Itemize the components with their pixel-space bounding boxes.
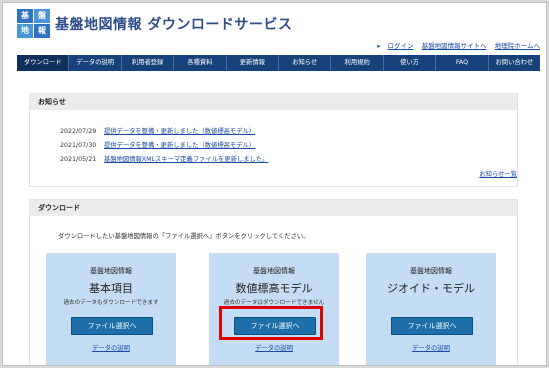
card-caption: 基盤地図情報 bbox=[90, 267, 132, 275]
highlight-box bbox=[219, 306, 323, 340]
news-list-link[interactable]: お知らせ一覧 bbox=[479, 169, 517, 178]
news-heading: お知らせ bbox=[30, 94, 517, 110]
nav-contact[interactable]: お問い合わせ bbox=[489, 55, 540, 71]
card-subtitle: 過去のデータはダウンロードできません bbox=[223, 300, 325, 306]
news-section: お知らせ 2022/07/29 提供データを整備・更新しました（数値標高モデル） … bbox=[29, 93, 518, 187]
news-date: 2021/05/21 bbox=[60, 156, 97, 163]
news-item: 2021/05/21 基盤地図情報XMLスキーマ定義ファイルを更新しました。 bbox=[60, 154, 268, 163]
news-date: 2021/07/30 bbox=[60, 142, 97, 149]
news-date: 2022/07/29 bbox=[60, 128, 97, 135]
page-frame: 基 盤 地 報 基盤地図情報 ダウンロードサービス ▸ ログイン 基盤地図情報サイ… bbox=[2, 2, 547, 366]
nav-faq[interactable]: FAQ bbox=[436, 55, 489, 71]
nav-user-registration[interactable]: 利用者登録 bbox=[122, 55, 175, 71]
data-description-link-dem[interactable]: データの説明 bbox=[209, 343, 339, 352]
header-links: ▸ ログイン 基盤地図情報サイトへ 地理院ホームへ bbox=[377, 40, 540, 50]
main-nav: ダウンロード データの説明 利用者登録 各種資料 更新情報 お知らせ 利用規約 … bbox=[17, 55, 540, 71]
card-title: 基本項目 bbox=[89, 282, 133, 295]
nav-download[interactable]: ダウンロード bbox=[17, 55, 70, 71]
nav-update-info[interactable]: 更新情報 bbox=[227, 55, 280, 71]
news-item: 2021/07/30 提供データを整備・更新しました（数値標高モデル） bbox=[60, 140, 255, 149]
card-basic-items: 基盤地図情報 基本項目 過去のデータもダウンロードできます ファイル選択へ デー… bbox=[46, 253, 176, 365]
card-title: 数値標高モデル bbox=[235, 282, 313, 295]
select-file-button-geoid[interactable]: ファイル選択へ bbox=[391, 317, 473, 335]
logo-char: 基 bbox=[17, 9, 33, 23]
nav-documents[interactable]: 各種資料 bbox=[174, 55, 227, 71]
data-description-link-basic[interactable]: データの説明 bbox=[46, 343, 176, 352]
news-link[interactable]: 提供データを整備・更新しました（数値標高モデル） bbox=[104, 128, 255, 135]
logo-char: 盤 bbox=[34, 9, 50, 23]
kiban-site-link[interactable]: 基盤地図情報サイトへ bbox=[422, 42, 487, 50]
site-title: 基盤地図情報 ダウンロードサービス bbox=[55, 17, 293, 33]
card-subtitle: 過去のデータもダウンロードできます bbox=[63, 300, 159, 306]
nav-terms[interactable]: 利用規約 bbox=[331, 55, 384, 71]
card-geoid: 基盤地図情報 ジオイド・モデル ファイル選択へ データの説明 bbox=[366, 253, 496, 365]
download-description: ダウンロードしたい基盤地図情報の「ファイル選択へ」ボタンをクリックしてください。 bbox=[58, 233, 310, 240]
select-file-button-basic[interactable]: ファイル選択へ bbox=[71, 317, 153, 335]
nav-news[interactable]: お知らせ bbox=[279, 55, 332, 71]
news-link[interactable]: 提供データを整備・更新しました（数値標高モデル） bbox=[104, 142, 255, 149]
download-section: ダウンロード ダウンロードしたい基盤地図情報の「ファイル選択へ」ボタンをクリック… bbox=[29, 199, 518, 365]
logo-char: 報 bbox=[34, 24, 50, 38]
download-heading: ダウンロード bbox=[30, 200, 517, 216]
card-caption: 基盤地図情報 bbox=[253, 267, 295, 275]
nav-how-to-use[interactable]: 使い方 bbox=[384, 55, 437, 71]
logo-char: 地 bbox=[17, 24, 33, 38]
site-logo[interactable]: 基 盤 地 報 bbox=[17, 9, 51, 39]
nav-data-description[interactable]: データの説明 bbox=[69, 55, 122, 71]
news-item: 2022/07/29 提供データを整備・更新しました（数値標高モデル） bbox=[60, 126, 255, 135]
card-title: ジオイド・モデル bbox=[387, 282, 475, 295]
gsi-home-link[interactable]: 地理院ホームへ bbox=[495, 42, 540, 50]
news-link[interactable]: 基盤地図情報XMLスキーマ定義ファイルを更新しました。 bbox=[104, 156, 268, 163]
login-link[interactable]: ログイン bbox=[388, 42, 414, 50]
link-arrow-icon: ▸ bbox=[377, 42, 381, 50]
card-caption: 基盤地図情報 bbox=[410, 267, 452, 275]
data-description-link-geoid[interactable]: データの説明 bbox=[366, 343, 496, 352]
